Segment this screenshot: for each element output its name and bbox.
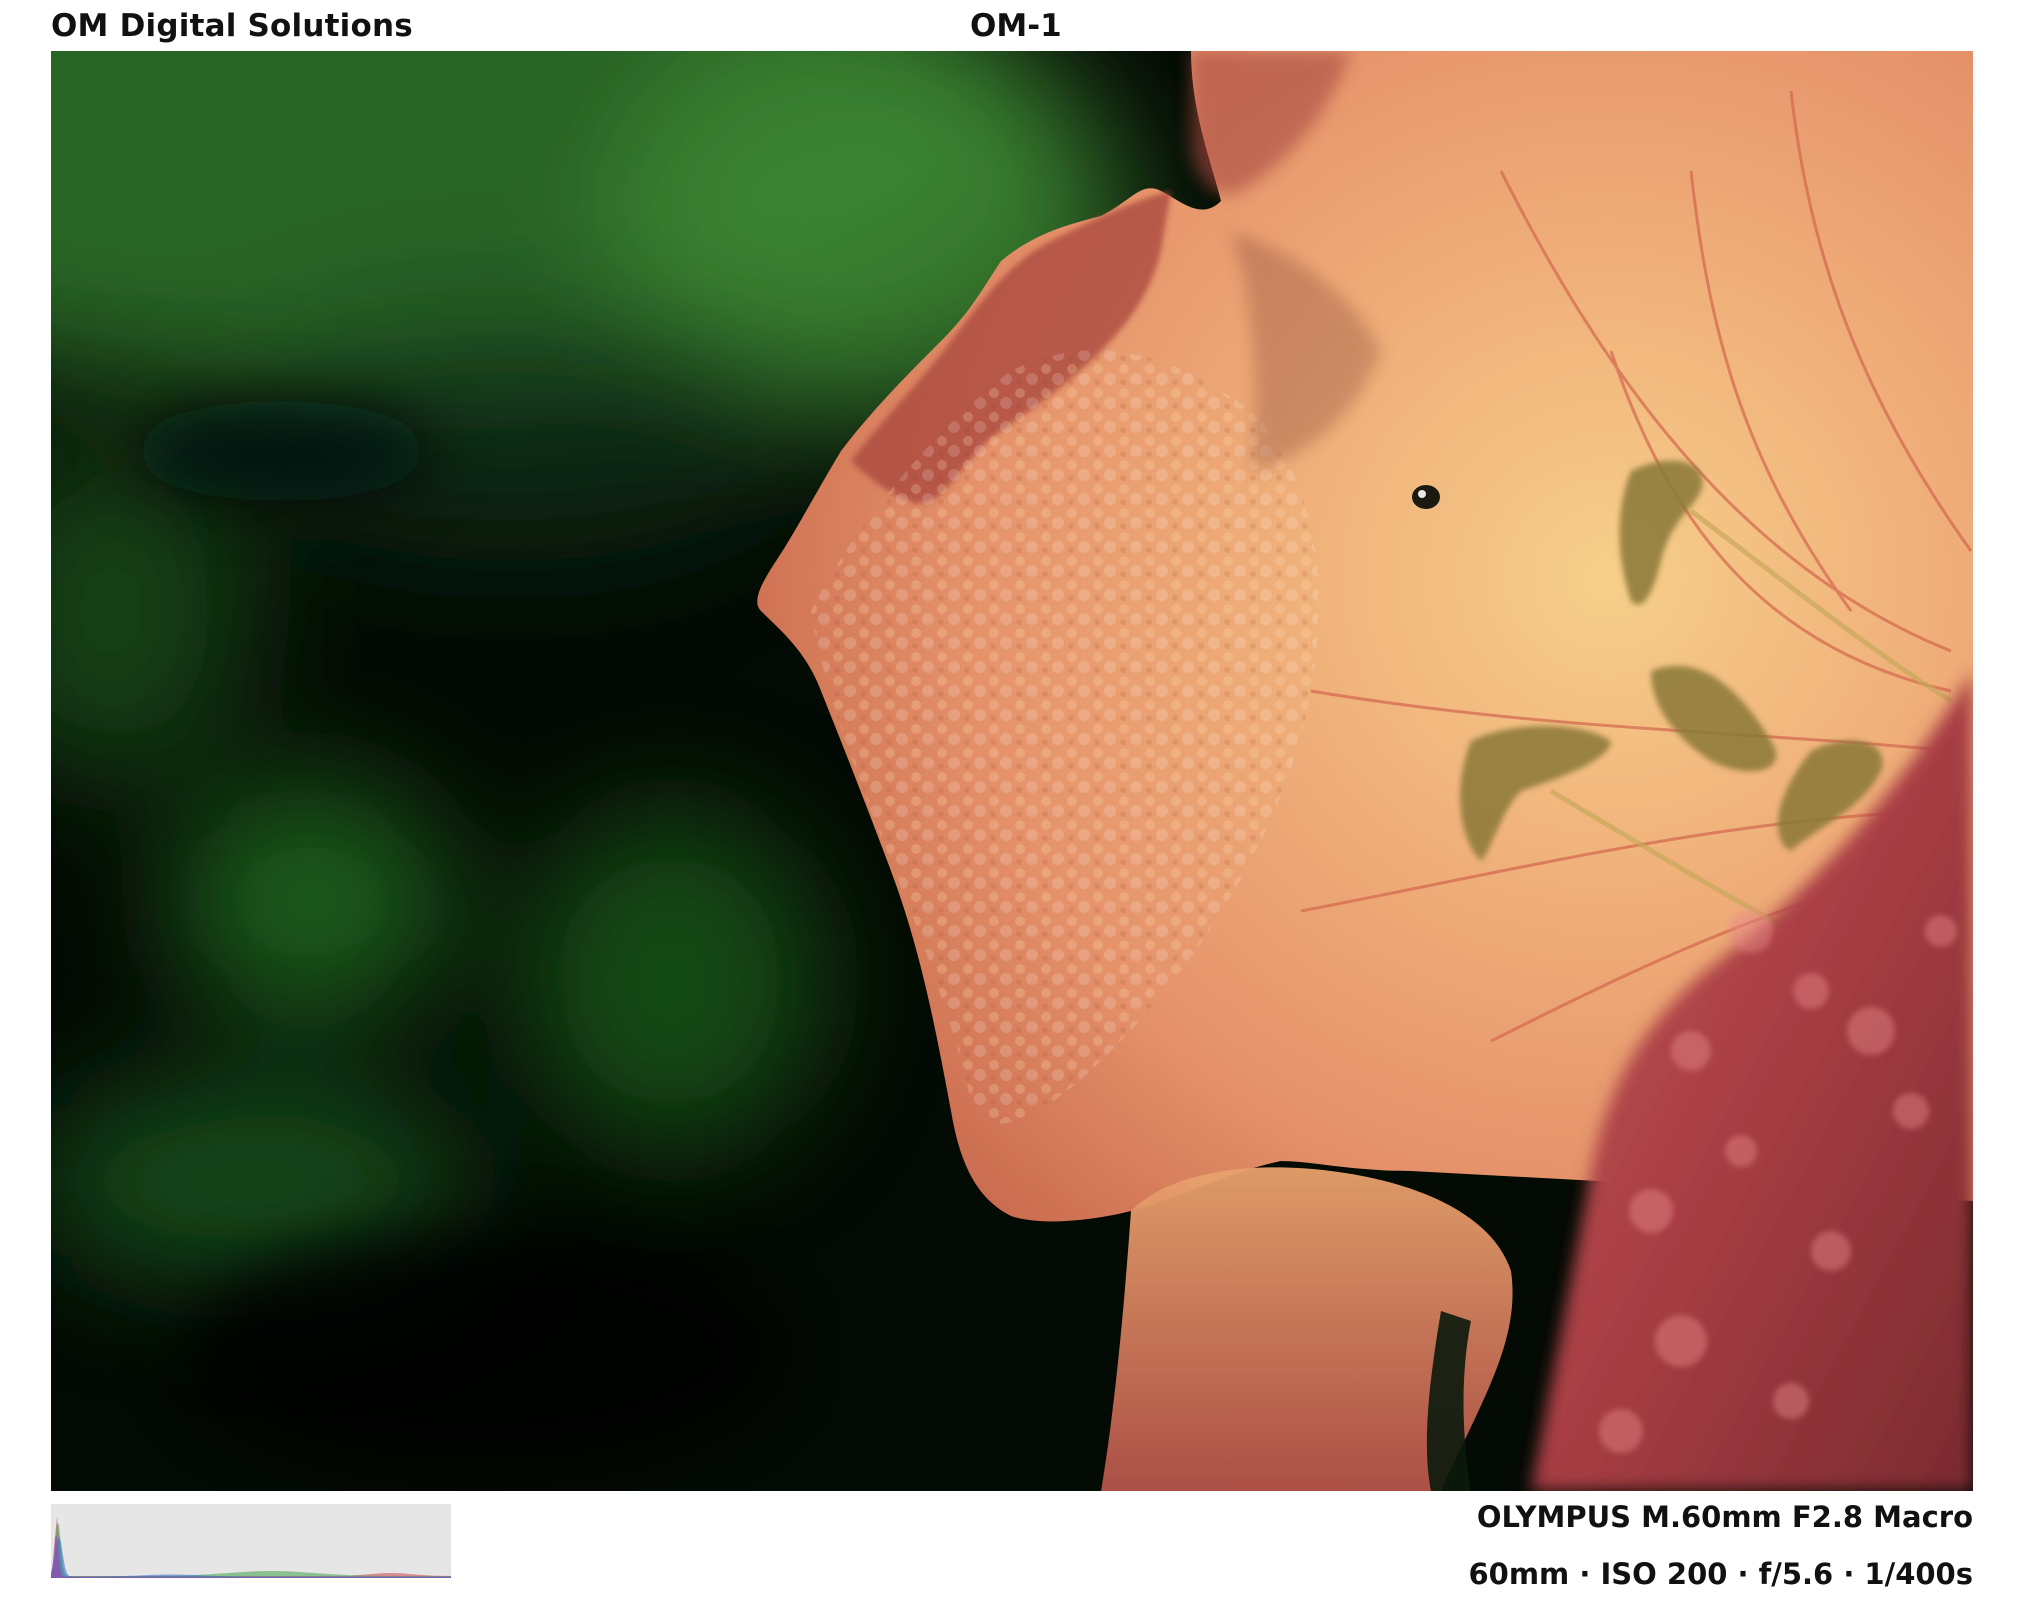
histogram xyxy=(51,1504,451,1578)
flower-photo-image xyxy=(51,51,1973,1491)
brand-label: OM Digital Solutions xyxy=(51,8,413,44)
histogram-chart xyxy=(51,1516,451,1578)
exposure-settings: 60mm · ISO 200 · f/5.6 · 1/400s xyxy=(1468,1557,1973,1591)
histogram-channel xyxy=(51,1516,451,1578)
photo xyxy=(51,51,1973,1491)
lens-label: OLYMPUS M.60mm F2.8 Macro xyxy=(1476,1500,1973,1534)
exif-info: OLYMPUS M.60mm F2.8 Macro 60mm · ISO 200… xyxy=(1468,1495,1973,1599)
histogram-channel xyxy=(51,1524,451,1578)
camera-model-label: OM-1 xyxy=(970,8,1062,44)
